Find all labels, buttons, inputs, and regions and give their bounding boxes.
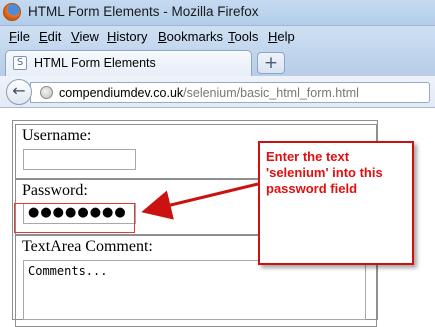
annotation-callout: Enter the text 'selenium' into this pass… [258,141,414,265]
arrow-line [141,182,259,220]
